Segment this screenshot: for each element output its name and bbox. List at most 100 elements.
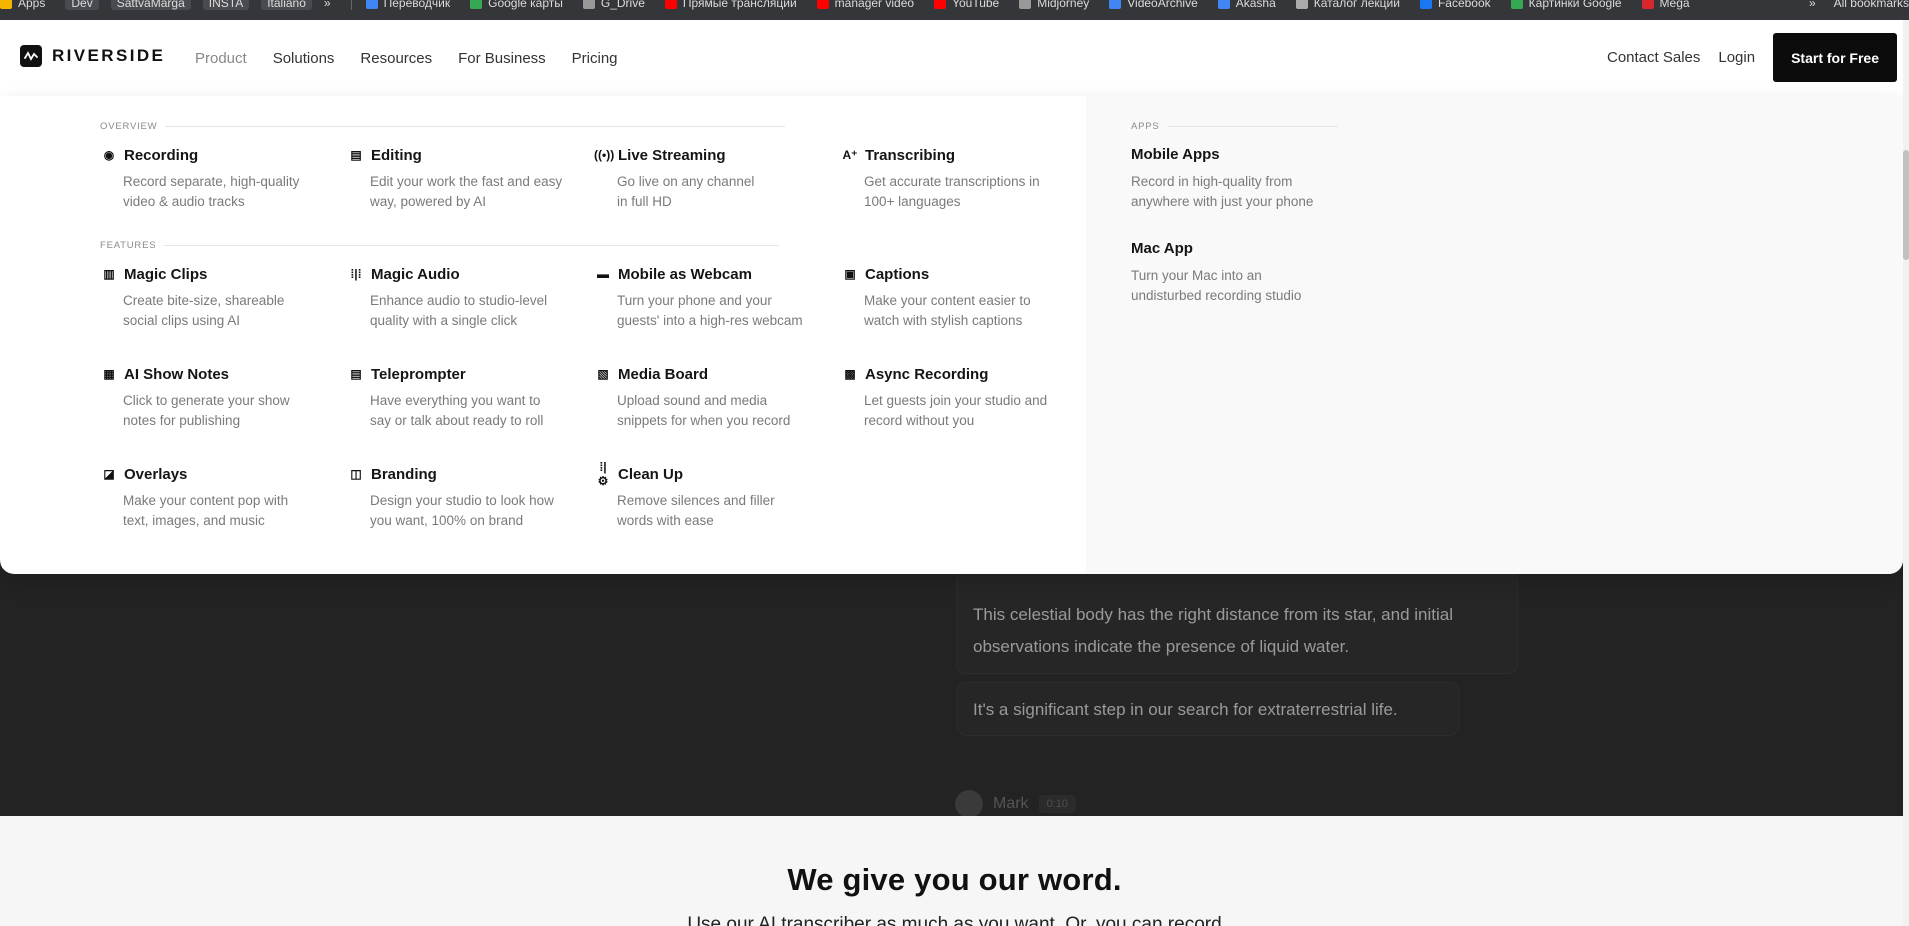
bookmark-item[interactable]: Apps — [0, 0, 45, 10]
menu-item-title: Mobile as Webcam — [618, 265, 752, 283]
menu-item-title-row: ▥ Magic Clips — [103, 265, 344, 283]
menu-item-mac-app[interactable]: Mac App Turn your Mac into an undisturbed… — [1131, 240, 1351, 306]
menu-item-description: Enhance audio to studio-level quality wi… — [370, 293, 548, 328]
menu-item-ai-show-notes[interactable]: ▦ AI Show Notes Click to generate your sho… — [103, 365, 344, 431]
contact-sales-link[interactable]: Contact Sales — [1607, 49, 1700, 66]
menu-item-title: Magic Clips — [124, 265, 208, 283]
bookmarks-overflow-button[interactable]: » — [1809, 0, 1816, 10]
menu-item-title-row: ((•)) Live Streaming — [594, 146, 838, 164]
start-for-free-button[interactable]: Start for Free — [1773, 33, 1897, 82]
bookmark-favicon-icon — [1641, 0, 1654, 9]
bookmark-label: Каталог лекций — [1313, 0, 1400, 10]
menu-item-overlays[interactable]: ◪ Overlays Make your content pop with text… — [103, 465, 344, 531]
bookmark-label: Akasha — [1235, 0, 1276, 10]
bookmark-item[interactable]: Картинки Google — [1510, 0, 1622, 10]
menu-item-title: Overlays — [124, 465, 188, 483]
editing-icon: ▤ — [350, 148, 362, 162]
menu-item-description: Get accurate transcriptions in 100+ lang… — [864, 174, 1040, 209]
bookmark-label: Italiano — [267, 0, 306, 10]
menu-item-media-board[interactable]: ▧ Media Board Upload sound and media snipp… — [597, 365, 838, 431]
magic-audio-icon: ⁞|⁞ — [350, 267, 362, 281]
bookmark-item[interactable]: VideoArchive — [1109, 0, 1198, 10]
nav-link-pricing[interactable]: Pricing — [572, 50, 618, 67]
menu-item-title: Mobile Apps — [1131, 146, 1220, 163]
menu-item-title-row: ▣ Captions — [844, 265, 1085, 283]
bookmark-item[interactable]: Прямые трансляции — [664, 0, 797, 10]
captions-icon: ▣ — [844, 267, 856, 281]
bookmark-item[interactable]: Midjorney — [1019, 0, 1089, 10]
menu-item-captions[interactable]: ▣ Captions Make your content easier to wat… — [844, 265, 1085, 331]
bookmark-item[interactable]: Google карты — [470, 0, 563, 10]
menu-item-title: Async Recording — [865, 365, 989, 383]
menu-item-title: Recording — [124, 146, 199, 164]
bookmark-label: G_Drive — [600, 0, 645, 10]
bookmark-item[interactable]: Facebook — [1419, 0, 1491, 10]
live-streaming-icon: ((•)) — [594, 148, 615, 162]
bookmark-item[interactable]: YouTube — [934, 0, 999, 10]
bookmark-item[interactable]: Akasha — [1217, 0, 1276, 10]
bookmark-favicon-icon — [470, 0, 483, 9]
riverside-logo[interactable]: RIVERSIDE — [20, 45, 165, 67]
webcam-icon: ▬ — [597, 267, 609, 281]
bookmark-item[interactable]: Dev — [65, 0, 99, 10]
bookmarks-separator — [350, 0, 352, 10]
bookmark-item[interactable]: Каталог лекций — [1295, 0, 1400, 10]
transcript-bubble: This celestial body has the right distan… — [956, 572, 1518, 674]
site-header: RIVERSIDE Product Solutions Resources For B… — [0, 20, 1909, 96]
menu-item-title-row: A⁺ Transcribing — [843, 146, 1085, 164]
menu-item-async-recording[interactable]: ▩ Async Recording Let guests join your stu… — [844, 365, 1085, 431]
login-link[interactable]: Login — [1718, 49, 1755, 66]
bookmark-label: Картинки Google — [1528, 0, 1622, 10]
menu-item-title: Teleprompter — [371, 365, 466, 383]
menu-item-branding[interactable]: ◫ Branding Design your studio to look how … — [350, 465, 591, 531]
menu-item-mobile-as-webcam[interactable]: ▬ Mobile as Webcam Turn your phone and you… — [597, 265, 838, 331]
bookmark-label: Mega — [1659, 0, 1690, 10]
menu-item-title-row: ⁞|⚙ Clean Up — [598, 460, 838, 488]
menu-item-recording[interactable]: ◉ Recording Record separate, high-quality … — [104, 146, 344, 212]
divider — [164, 245, 780, 246]
menu-item-editing[interactable]: ▤ Editing Edit your work the fast and easy… — [350, 146, 591, 212]
bookmark-item[interactable]: INSTA — [202, 0, 250, 10]
bookmark-label: Dev — [71, 0, 93, 10]
bookmark-item[interactable]: manager video — [816, 0, 914, 10]
bookmark-label: Переводчик — [383, 0, 451, 10]
bookmark-favicon-icon — [0, 0, 12, 9]
section-heading: We give you our word. — [787, 862, 1122, 897]
menu-item-description: Create bite-size, shareable social clips… — [123, 293, 285, 328]
menu-item-title-row: ▧ Media Board — [597, 365, 838, 383]
menu-item-description: Go live on any channel in full HD — [617, 174, 755, 209]
bookmark-item[interactable]: Italiano — [261, 0, 312, 10]
menu-item-transcribing[interactable]: A⁺ Transcribing Get accurate transcription… — [843, 146, 1085, 212]
bookmark-item[interactable]: » — [324, 0, 331, 10]
nav-link-resources[interactable]: Resources — [360, 50, 432, 67]
all-bookmarks-button[interactable]: All bookmarks — [1834, 0, 1909, 10]
nav-link-for-business[interactable]: For Business — [458, 50, 546, 67]
menu-item-live-streaming[interactable]: ((•)) Live Streaming Go live on any channe… — [594, 146, 838, 212]
menu-item-magic-audio[interactable]: ⁞|⁞ Magic Audio Enhance audio to studio-le… — [350, 265, 591, 331]
menu-item-title: Clean Up — [618, 465, 684, 483]
nav-link-product[interactable]: Product — [195, 50, 247, 67]
menu-item-teleprompter[interactable]: ▤ Teleprompter Have everything you want to… — [350, 365, 591, 431]
apps-heading-label: APPS — [1131, 121, 1160, 132]
bookmark-favicon-icon — [1295, 0, 1308, 9]
nav-link-solutions[interactable]: Solutions — [273, 50, 335, 67]
menu-item-magic-clips[interactable]: ▥ Magic Clips Create bite-size, shareable … — [103, 265, 344, 331]
menu-item-clean-up[interactable]: ⁞|⚙ Clean Up Remove silences and filler wo… — [598, 460, 838, 531]
menu-item-title: Editing — [371, 146, 422, 164]
bookmark-item[interactable]: SattvaMarga — [110, 0, 191, 10]
menu-item-description: Make your content pop with text, images,… — [123, 493, 289, 528]
bookmark-item[interactable]: G_Drive — [582, 0, 645, 10]
bookmark-favicon-icon — [1217, 0, 1230, 9]
bookmark-label: SattvaMarga — [116, 0, 185, 10]
bookmark-item[interactable]: Mega — [1641, 0, 1690, 10]
menu-item-description: Design your studio to look how you want,… — [370, 493, 554, 528]
page-scrollbar-thumb[interactable] — [1903, 150, 1909, 260]
apps-heading: APPS — [1131, 121, 1338, 132]
bookmark-item[interactable]: Переводчик — [365, 0, 451, 10]
bookmark-favicon-icon — [934, 0, 947, 9]
menu-item-title: Mac App — [1131, 240, 1193, 257]
menu-item-title-row: ▦ AI Show Notes — [103, 365, 344, 383]
menu-item-mobile-apps[interactable]: Mobile Apps Record in high-quality from a… — [1131, 146, 1351, 212]
menu-item-description: Record separate, high-quality video & au… — [123, 174, 300, 209]
overlays-icon: ◪ — [103, 467, 115, 481]
